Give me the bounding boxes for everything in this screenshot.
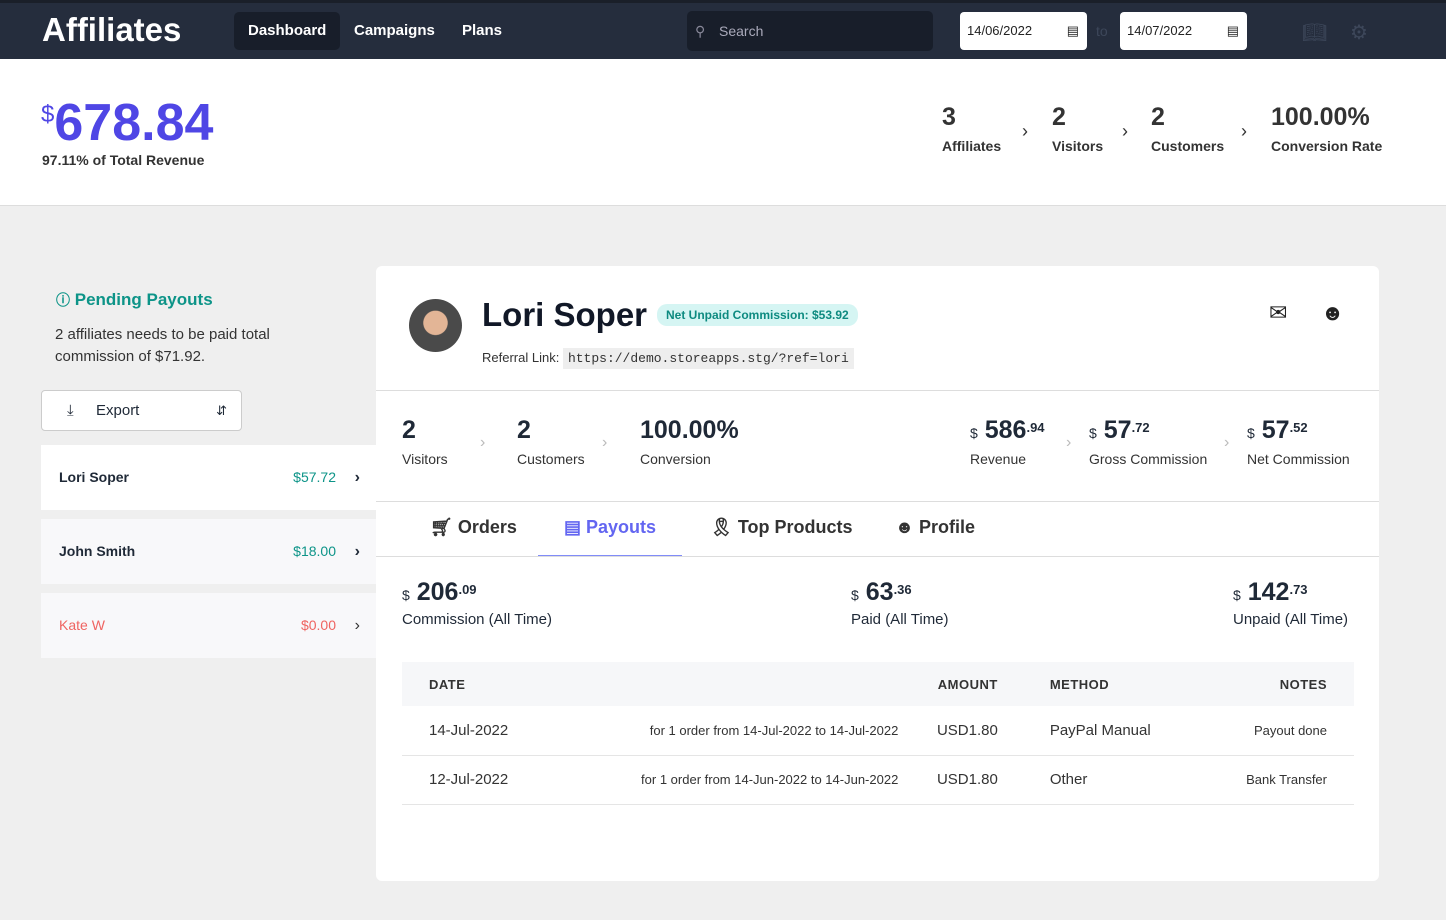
affiliate-item[interactable]: Lori Soper $57.72 ›	[41, 445, 376, 510]
calendar-icon: ▤	[1066, 23, 1079, 38]
referral-link: Referral Link: https://demo.storeapps.st…	[482, 348, 854, 369]
tab-profile[interactable]: ☻ Profile	[895, 502, 975, 557]
date-to-input[interactable]: 14/07/2022 ▤	[1120, 12, 1247, 50]
award-icon: 🎗︎	[710, 517, 733, 537]
kpi-affiliates: 3 Affiliates	[942, 103, 1002, 154]
pending-payouts-title: ⓘ Pending Payouts	[56, 290, 213, 309]
stat-revenue: $ 586.94 Revenue	[970, 416, 1045, 467]
chevron-right-icon: ›	[354, 617, 360, 634]
summary-bar: $678.84 97.11% of Total Revenue 3 Affilia…	[0, 59, 1446, 206]
commission-all-time: $ 206.09 Commission (All Time)	[402, 578, 553, 628]
brand-title: Affiliates	[42, 11, 182, 48]
table-header: DATE AMOUNT METHOD NOTES	[402, 662, 1354, 706]
affiliate-detail-card: Lori Soper Net Unpaid Commission: $53.92…	[376, 266, 1379, 881]
to-label: to	[1096, 23, 1108, 39]
kpi-customers: 2 Customers	[1151, 103, 1225, 154]
sort-icon: ⇵	[216, 403, 227, 418]
tab-orders[interactable]: 🛒︎ Orders	[430, 502, 517, 557]
affiliate-item[interactable]: Kate W $0.00 ›	[41, 593, 376, 658]
date-to-value: 14/07/2022	[1127, 23, 1193, 38]
affiliate-name: Lori Soper	[482, 296, 648, 333]
chevron-right-icon: ›	[1224, 434, 1230, 451]
user-circle-icon: ☻	[895, 517, 914, 537]
nav-dashboard[interactable]: Dashboard	[234, 12, 341, 50]
user-circle-icon[interactable]: ☻	[1321, 300, 1344, 326]
tab-payouts[interactable]: ▤ Payouts	[538, 502, 683, 557]
info-icon: ⓘ	[56, 292, 70, 308]
chevron-right-icon: ›	[1066, 434, 1072, 451]
nav-campaigns[interactable]: Campaigns	[340, 12, 449, 50]
kpi-visitors: 2 Visitors	[1052, 103, 1104, 154]
gear-icon[interactable]: ⚙	[1350, 20, 1368, 45]
download-icon: ⤓	[67, 402, 74, 419]
chevron-right-icon: ›	[1122, 121, 1128, 141]
table-row: 12-Jul-2022 for 1 order from 14-Jun-2022 …	[402, 755, 1354, 805]
total-subtitle: 97.11% of Total Revenue	[42, 152, 205, 168]
affiliate-item[interactable]: John Smith $18.00 ›	[41, 519, 376, 584]
mail-icon[interactable]: ✉	[1269, 300, 1287, 326]
pending-payouts-text: 2 affiliates needs to be paid total comm…	[55, 326, 270, 365]
search-input[interactable]: ⚲ Search	[687, 11, 933, 51]
stat-gross-commission: $ 57.72 Gross Commission	[1089, 416, 1208, 467]
chevron-right-icon: ›	[602, 434, 608, 451]
stat-visitors: 2 Visitors	[402, 416, 448, 467]
chevron-right-icon: ›	[354, 543, 360, 560]
avatar	[409, 299, 462, 352]
search-icon: ⚲	[695, 23, 706, 39]
chevron-right-icon: ›	[480, 434, 486, 451]
total-commission: $678.84	[41, 94, 214, 152]
date-from-value: 14/06/2022	[967, 23, 1033, 38]
date-from-input[interactable]: 14/06/2022 ▤	[960, 12, 1087, 50]
export-button[interactable]: ⤓ Export ⇵	[41, 390, 242, 431]
net-unpaid-badge: Net Unpaid Commission: $53.92	[657, 304, 858, 326]
payouts-table: DATE AMOUNT METHOD NOTES 14-Jul-2022 for 1 o…	[402, 662, 1354, 805]
nav-plans[interactable]: Plans	[448, 12, 516, 50]
search-placeholder: Search	[719, 23, 764, 39]
table-row: 14-Jul-2022 for 1 order from 14-Jul-2022 …	[402, 706, 1354, 756]
book-icon[interactable]: 📖︎	[1302, 20, 1327, 45]
tab-top-products[interactable]: 🎗︎ Top Products	[710, 502, 853, 557]
chevron-right-icon: ›	[354, 469, 360, 486]
paid-all-time: $ 63.36 Paid (All Time)	[851, 578, 949, 628]
credit-card-icon: ▤	[564, 517, 582, 537]
top-nav: Affiliates Dashboard Campaigns Plans ⚲ Se…	[0, 0, 1446, 59]
stat-customers: 2 Customers	[517, 416, 585, 467]
kpi-conversion: 100.00% Conversion Rate	[1271, 103, 1383, 154]
referral-link-url[interactable]: https://demo.storeapps.stg/?ref=lori	[562, 348, 854, 369]
calendar-icon: ▤	[1226, 23, 1239, 38]
unpaid-all-time: $ 142.73 Unpaid (All Time)	[1233, 578, 1349, 628]
stat-conversion: 100.00% Conversion	[640, 416, 739, 467]
chevron-right-icon: ›	[1022, 121, 1028, 141]
stat-net-commission: $ 57.52 Net Commission	[1247, 416, 1350, 467]
cart-icon: 🛒︎	[430, 517, 453, 537]
chevron-right-icon: ›	[1241, 121, 1247, 141]
